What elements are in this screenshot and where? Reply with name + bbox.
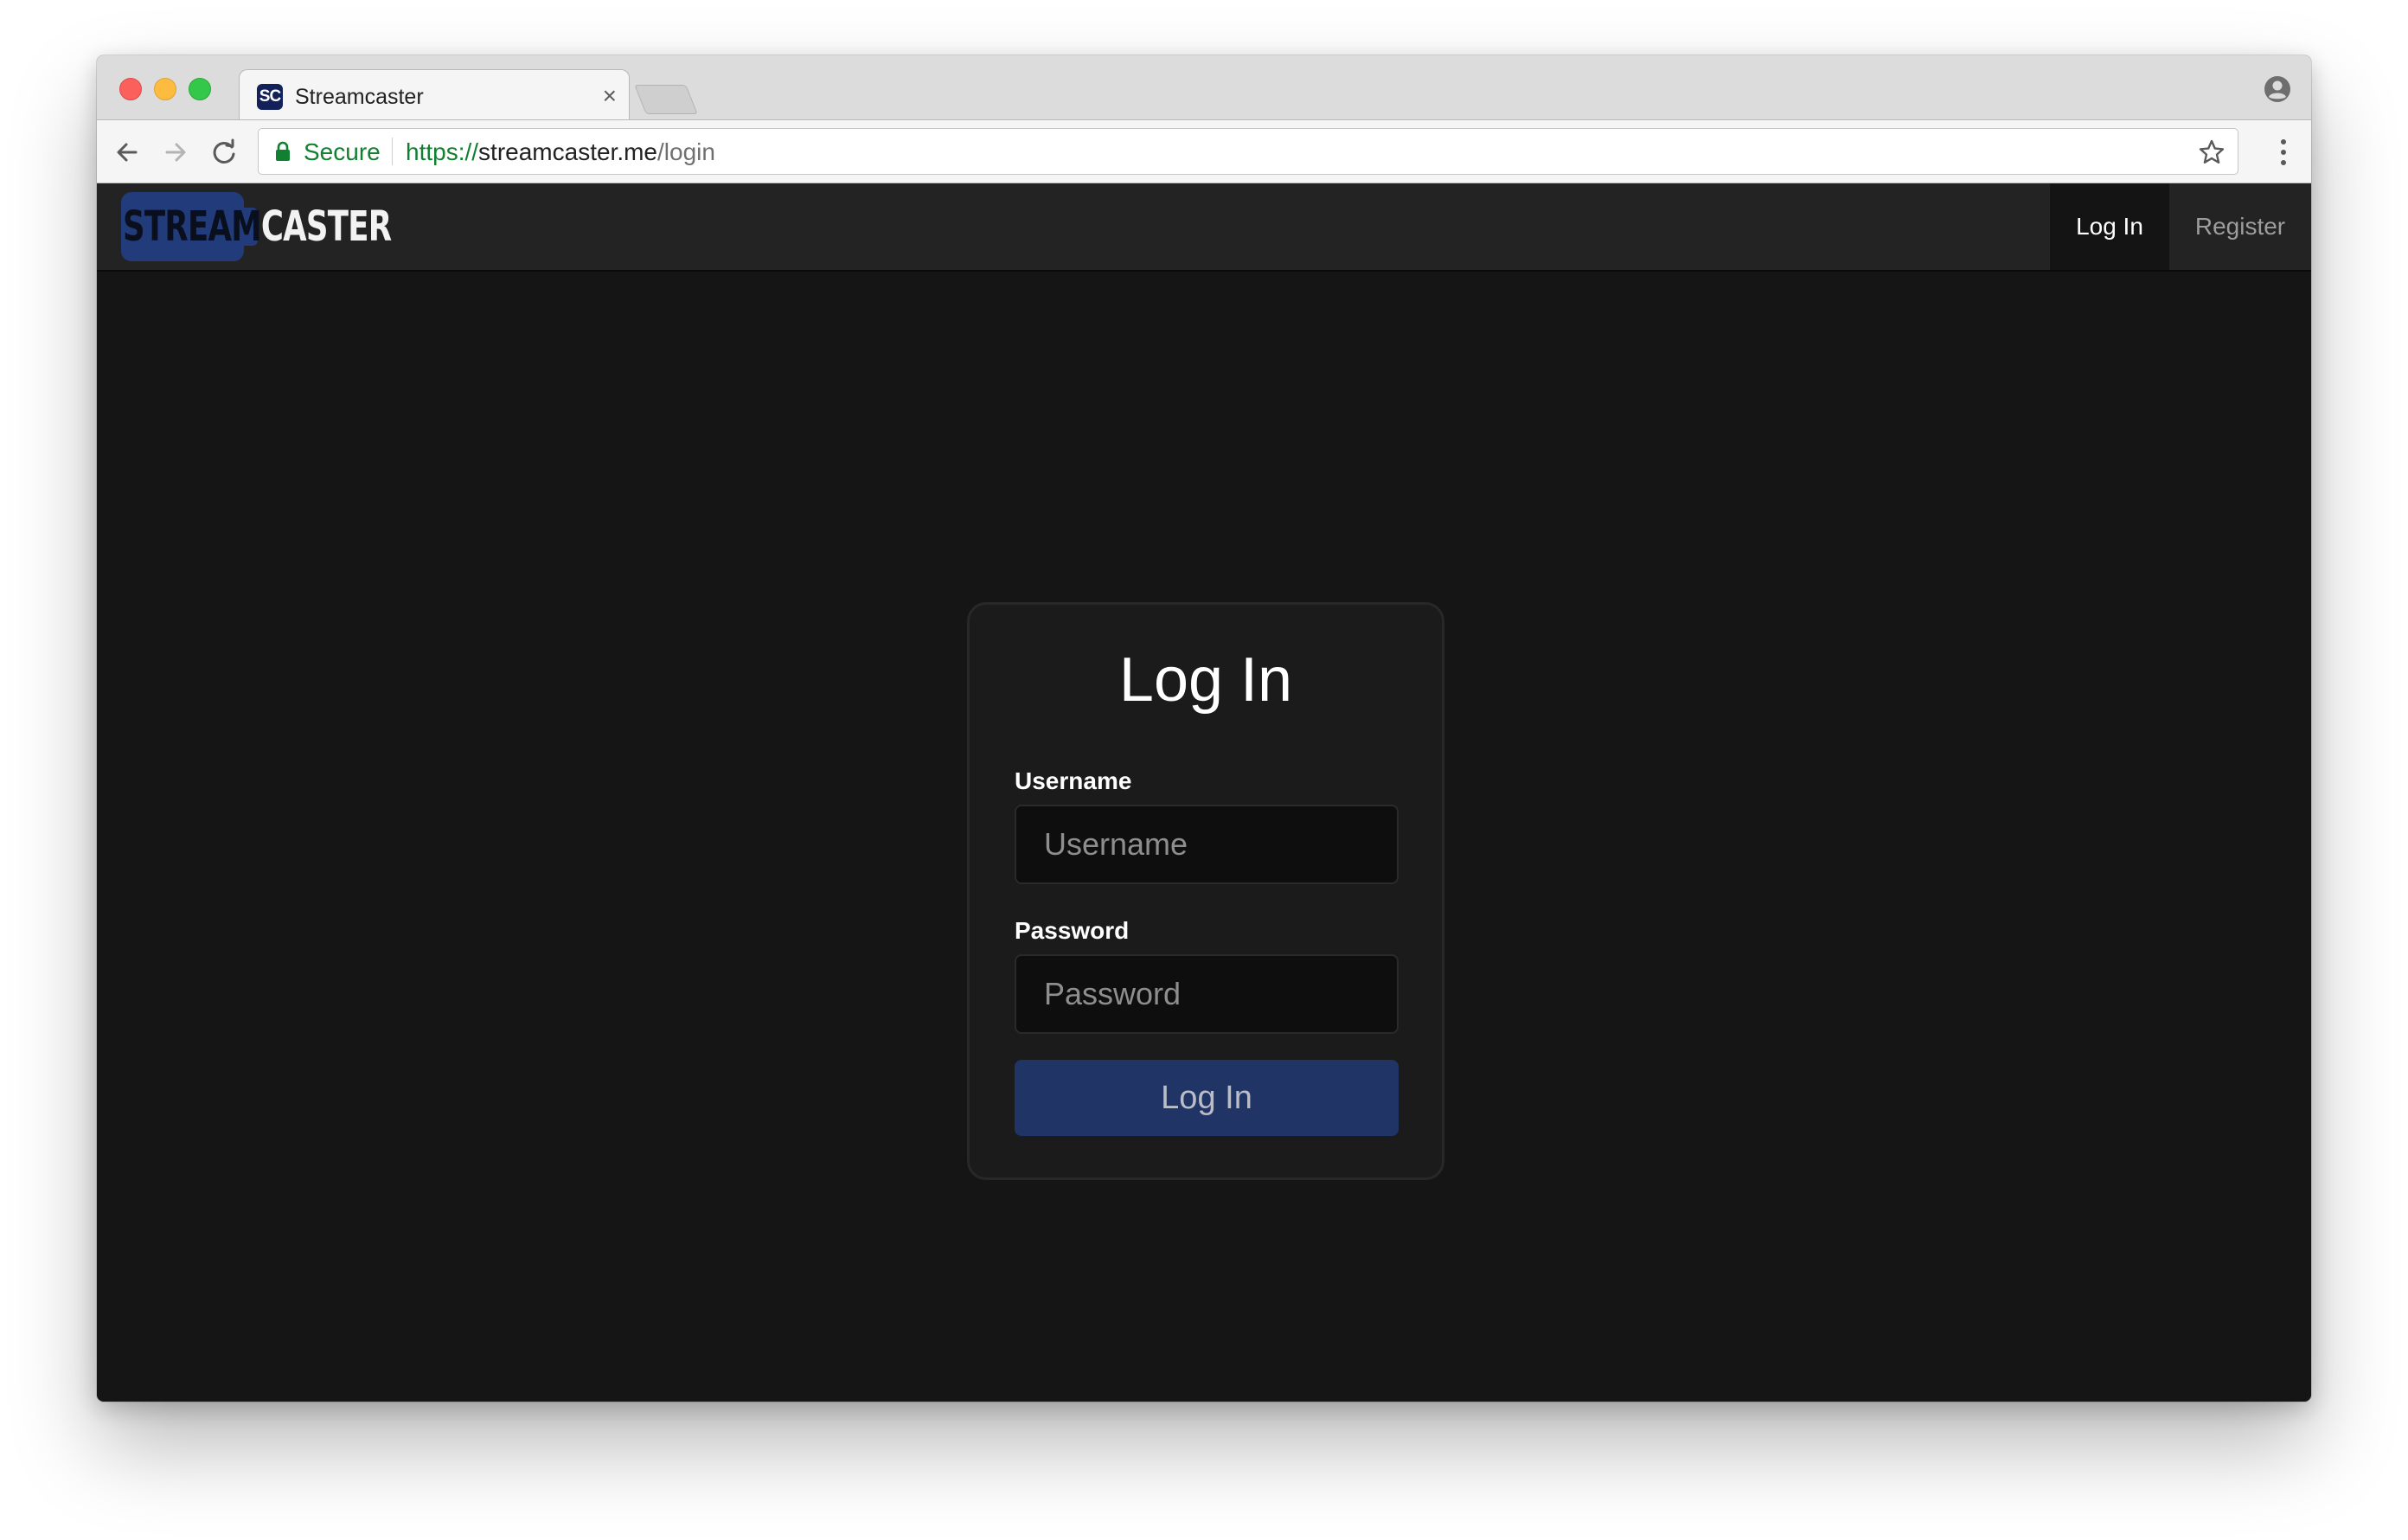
site-navbar: STREAMCASTER Log In Register xyxy=(97,183,2311,272)
tab-close-icon[interactable]: × xyxy=(603,82,617,110)
back-arrow-icon[interactable] xyxy=(111,136,144,169)
forward-arrow-icon[interactable] xyxy=(159,136,192,169)
logo-text: STREAMCASTER xyxy=(123,202,392,251)
tab-strip: SC Streamcaster × xyxy=(97,55,2311,122)
new-tab-button[interactable] xyxy=(634,85,698,114)
browser-toolbar: Secure https://streamcaster.me/login xyxy=(97,119,2311,183)
close-window-button[interactable] xyxy=(119,78,142,100)
nav-login-link[interactable]: Log In xyxy=(2050,183,2169,270)
minimize-window-button[interactable] xyxy=(154,78,176,100)
address-bar[interactable]: Secure https://streamcaster.me/login xyxy=(258,128,2238,175)
reload-icon[interactable] xyxy=(208,136,240,169)
site-viewport: STREAMCASTER Log In Register Log In User… xyxy=(97,183,2311,1402)
username-input[interactable] xyxy=(1015,805,1399,884)
logo-text-stream: STREAM xyxy=(123,202,262,251)
favicon-icon: SC xyxy=(257,84,283,110)
browser-window: SC Streamcaster × Secure https://streamc… xyxy=(97,55,2311,1402)
login-submit-button[interactable]: Log In xyxy=(1015,1060,1399,1136)
tab-title: Streamcaster xyxy=(295,85,424,109)
password-label: Password xyxy=(1015,917,1130,944)
url-host: streamcaster.me xyxy=(478,138,657,165)
url-scheme: https:// xyxy=(406,138,479,165)
streamcaster-logo[interactable]: STREAMCASTER xyxy=(121,192,392,261)
omnibox-divider xyxy=(392,138,393,165)
password-input[interactable] xyxy=(1015,954,1399,1034)
logo-text-caster: CASTER xyxy=(260,202,392,251)
browser-tab-active[interactable]: SC Streamcaster × xyxy=(239,69,630,122)
nav-register-link[interactable]: Register xyxy=(2169,183,2311,270)
zoom-window-button[interactable] xyxy=(189,78,211,100)
star-icon[interactable] xyxy=(2198,138,2225,166)
profile-icon[interactable] xyxy=(2263,74,2292,104)
login-card: Log In Username Password Log In xyxy=(967,602,1444,1180)
username-label: Username xyxy=(1015,767,1132,794)
menu-icon[interactable] xyxy=(2278,136,2289,169)
login-title: Log In xyxy=(1118,645,1293,715)
lock-icon xyxy=(276,141,290,161)
secure-label: Secure xyxy=(304,138,381,165)
browser-chrome: SC Streamcaster × Secure https://streamc… xyxy=(97,55,2311,183)
url-text[interactable]: https://streamcaster.me/login xyxy=(406,139,715,165)
url-path: /login xyxy=(657,138,715,165)
